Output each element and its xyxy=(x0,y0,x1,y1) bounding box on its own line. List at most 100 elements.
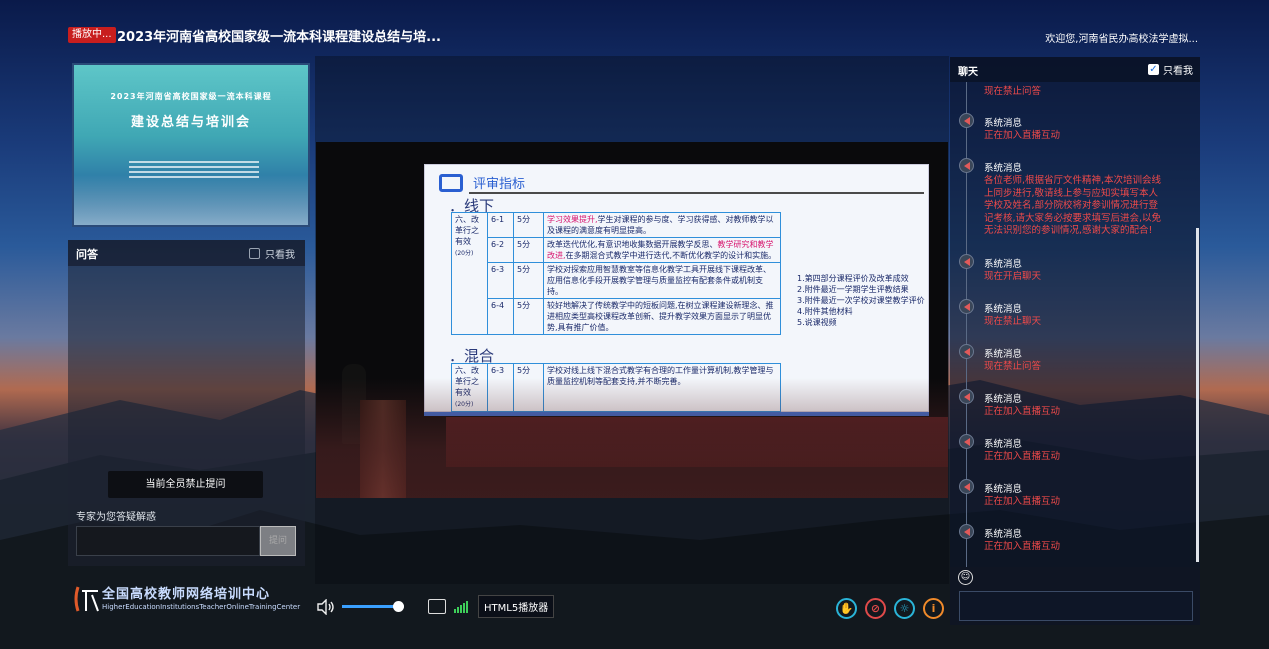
training-center-logo: 全国高校教师网络培训中心 HigherEducationInstitutions… xyxy=(72,583,300,615)
checkbox-unchecked-icon[interactable] xyxy=(249,248,260,259)
row-text: 较好地解决了传统教学中的短板问题,在树立课程建设新理念、推进相应类型高校课程改革… xyxy=(543,298,781,335)
speaker-muted-icon xyxy=(959,158,974,173)
live-status-badge: 播放中... xyxy=(68,27,116,43)
thumbnail-title-line2: 建设总结与培训会 xyxy=(130,115,251,130)
qa-only-me-checkbox[interactable]: 只看我 xyxy=(249,246,295,261)
chat-only-me-label: 只看我 xyxy=(1163,66,1193,77)
chat-panel: 聊天 ✓ 只看我 现在禁止问答 系统消息 正在加入直播互动 系统消息 各位老师,… xyxy=(950,57,1200,567)
qa-panel: 问答 只看我 当前全员禁止提问 专家为您答疑解惑 提问 xyxy=(68,240,305,566)
chat-message-sender: 系统消息 xyxy=(984,394,1023,405)
speaker-muted-icon xyxy=(959,254,974,269)
chat-message-text: 现在禁止问答 xyxy=(984,361,1042,372)
speaker-muted-icon xyxy=(959,434,974,449)
chat-message-text: 正在加入直播互动 xyxy=(984,406,1061,417)
speaker-muted-icon xyxy=(959,344,974,359)
document-thumbnail[interactable]: 2023年河南省高校国家级一流本科课程 建设总结与培训会 xyxy=(72,63,310,227)
row-text: 学习效果提升,学生对课程的参与度、学习获得感、对教师教学以及课程的满意度有明显提… xyxy=(543,212,781,238)
projected-slide: 评审指标 ．线下 六、改革行之有效 (20分) 6-1 5分 学习效果提升,学生… xyxy=(424,164,929,412)
chat-message-sender: 系统消息 xyxy=(984,163,1023,174)
thumbnail-cityscape xyxy=(74,175,308,225)
row-id: 6-3 xyxy=(487,262,514,299)
welcome-user-text: 欢迎您,河南省民办高校法学虚拟... xyxy=(1045,34,1198,45)
chat-timeline xyxy=(966,82,967,567)
note-item: 3.附件最近一次学校对课堂教学评价 xyxy=(797,296,925,305)
logo-mark-icon xyxy=(74,586,99,612)
volume-icon[interactable] xyxy=(316,598,336,615)
logo-chinese-name: 全国高校教师网络培训中心 xyxy=(102,586,271,602)
row-id: 6-1 xyxy=(487,212,514,238)
note-item: 2.附件最近一学期学生评教结果 xyxy=(797,285,909,294)
emoji-icon[interactable]: ☺ xyxy=(958,570,973,585)
chat-message-sender: 系统消息 xyxy=(984,349,1023,360)
chat-message-sender: 系统消息 xyxy=(984,259,1023,270)
speaker-muted-icon xyxy=(959,299,974,314)
interaction-icons: ✋ ⊘ ☼ i xyxy=(836,598,944,619)
note-item: 1.第四部分课程评价及改革成效 xyxy=(797,274,909,283)
brightness-icon[interactable]: ☼ xyxy=(894,598,915,619)
live-video[interactable]: 评审指标 ．线下 六、改革行之有效 (20分) 6-1 5分 学习效果提升,学生… xyxy=(316,142,948,498)
qa-only-me-label: 只看我 xyxy=(265,250,295,261)
chat-message-sender: 系统消息 xyxy=(984,439,1023,450)
stage-glow xyxy=(316,378,948,498)
speaker-muted-icon xyxy=(959,479,974,494)
chat-message-input[interactable] xyxy=(959,591,1193,621)
slide-heading: 评审指标 xyxy=(473,177,526,192)
chat-only-me-checkbox[interactable]: ✓ 只看我 xyxy=(1148,62,1193,77)
course-title: 2023年河南省高校国家级一流本科课程建设总结与培... xyxy=(117,30,441,45)
volume-slider-handle[interactable] xyxy=(392,601,404,612)
table-row: 六、改革行之有效 (20分) 6-1 5分 学习效果提升,学生对课程的参与度、学… xyxy=(451,212,781,335)
qa-submit-button[interactable]: 提问 xyxy=(260,526,296,556)
criteria-table-offline: 六、改革行之有效 (20分) 6-1 5分 学习效果提升,学生对课程的参与度、学… xyxy=(451,212,781,335)
chat-message-sender: 系统消息 xyxy=(984,118,1023,129)
table-row: 6-3 5分 学校对探索应用智慧教室等信息化教学工具开展线下课程改革、应用信息化… xyxy=(452,262,781,299)
chat-message-text: 现在禁止聊天 xyxy=(984,316,1042,327)
qa-banned-notice: 当前全员禁止提问 xyxy=(108,471,263,498)
mic-off-icon[interactable]: ⊘ xyxy=(865,598,886,619)
row-id: 6-4 xyxy=(487,298,514,335)
row-id: 6-2 xyxy=(487,237,514,263)
row-text: 学校对探索应用智慧教室等信息化教学工具开展线下课程改革、应用信息化手段开展教学管… xyxy=(543,262,781,299)
slide-divider xyxy=(469,192,924,194)
chat-title: 聊天 xyxy=(958,67,978,78)
row-text: 改革迭代优化,有意识地收集数据开展教学反思、教学研究和教学改进,在多期混合式教学… xyxy=(543,237,781,263)
row-score: 5分 xyxy=(513,262,544,299)
volume-slider[interactable] xyxy=(342,601,404,612)
note-item: 4.附件其他材料 xyxy=(797,307,853,316)
qa-question-input[interactable] xyxy=(76,526,260,556)
chat-message-text: 正在加入直播互动 xyxy=(984,541,1061,552)
chat-message-text: 各位老师,根据省厅文件精神,本次培训会线上同步进行,敬请线上参与应知实填写本人学… xyxy=(984,175,1162,236)
category-points: (20分) xyxy=(455,250,474,257)
row-score: 5分 xyxy=(513,212,544,238)
table-row: 6-2 5分 改革迭代优化,有意识地收集数据开展教学反思、教学研究和教学改进,在… xyxy=(452,237,781,263)
video-settings-icon[interactable] xyxy=(428,599,446,614)
player-controls: HTML5播放器 xyxy=(316,595,555,618)
row-score: 5分 xyxy=(513,298,544,335)
chat-message-text: 正在加入直播互动 xyxy=(984,130,1061,141)
qa-title: 问答 xyxy=(76,248,98,261)
logo-english-name: HigherEducationInstitutionsTeacherOnline… xyxy=(102,602,301,611)
chat-header: 聊天 ✓ 只看我 xyxy=(950,57,1200,82)
html5-player-label[interactable]: HTML5播放器 xyxy=(478,595,555,618)
slide-header: 评审指标 xyxy=(439,173,525,192)
note-item: 5.说课视频 xyxy=(797,318,837,327)
chat-scrollbar[interactable] xyxy=(1196,228,1199,562)
slide-header-icon xyxy=(439,173,463,192)
thumbnail-title-line1: 2023年河南省高校国家级一流本科课程 xyxy=(110,92,272,101)
chat-message-text: 现在开启聊天 xyxy=(984,271,1042,282)
qa-expert-label: 专家为您答疑解惑 xyxy=(76,512,156,523)
chat-message-sender: 系统消息 xyxy=(984,484,1023,495)
chat-message-text: 正在加入直播互动 xyxy=(984,496,1061,507)
chat-message-text: 现在禁止问答 xyxy=(984,86,1042,97)
category-label: 六、改革行之有效 xyxy=(455,215,479,246)
row-score: 5分 xyxy=(513,237,544,263)
qa-header: 问答 只看我 xyxy=(68,240,305,266)
chat-message-text: 正在加入直播互动 xyxy=(984,451,1061,462)
info-icon[interactable]: i xyxy=(923,598,944,619)
checkbox-checked-icon[interactable]: ✓ xyxy=(1148,64,1159,75)
chat-message-sender: 系统消息 xyxy=(984,304,1023,315)
network-signal-icon xyxy=(454,600,468,613)
speaker-muted-icon xyxy=(959,389,974,404)
slide-notes: 1.第四部分课程评价及改革成效 2.附件最近一学期学生评教结果 3.附件最近一次… xyxy=(797,273,937,328)
raise-hand-icon[interactable]: ✋ xyxy=(836,598,857,619)
speaker-muted-icon xyxy=(959,113,974,128)
